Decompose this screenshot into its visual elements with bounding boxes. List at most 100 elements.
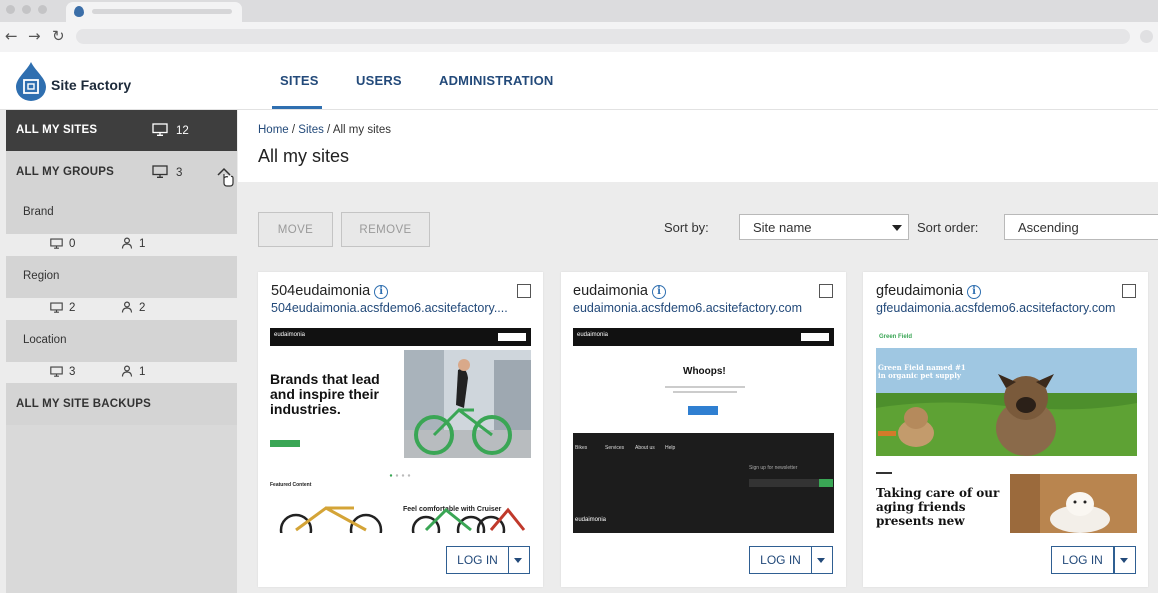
group-users-count: 1: [139, 366, 146, 378]
tab-administration[interactable]: ADMINISTRATION: [439, 73, 554, 88]
sort-order-label: Sort order:: [917, 220, 979, 235]
page-title: All my sites: [258, 146, 350, 166]
sidebar-item-site-backups[interactable]: ALL MY SITE BACKUPS: [6, 383, 237, 425]
thumb-navbar: [270, 328, 531, 346]
sort-order-value: Ascending: [1018, 220, 1079, 235]
site-name: 504eudaimonia i: [271, 283, 389, 299]
sidebar-group-brand[interactable]: Brand: [6, 193, 237, 234]
group-stats-location: 3 1: [6, 362, 237, 383]
app-name[interactable]: Site Factory: [51, 77, 131, 93]
info-icon[interactable]: i: [651, 285, 666, 299]
address-bar[interactable]: [76, 29, 1130, 44]
groups-count: 3: [176, 167, 183, 179]
site-url-link[interactable]: 504eudaimonia.acsfdemo6.acsitefactory...…: [271, 301, 508, 315]
info-icon[interactable]: i: [967, 285, 982, 299]
monitor-icon: [152, 123, 168, 136]
monitor-icon: [50, 238, 63, 249]
sites-count: 12: [176, 125, 189, 137]
thumb-text-line: [665, 386, 745, 388]
breadcrumb-sites[interactable]: Sites: [298, 124, 324, 136]
chevron-down-icon: [514, 558, 522, 563]
content-header: [238, 110, 1158, 182]
group-stats-region: 2 2: [6, 298, 237, 320]
thumb-bikes: [279, 506, 526, 533]
thumb-cta: [498, 333, 526, 341]
thumb-headline: Taking care of our aging friends presents …: [876, 486, 1000, 528]
thumb-brand: eudaimonia: [577, 332, 609, 338]
thumb-footer: Bikes Services About us Help Sign up for…: [573, 433, 834, 533]
chevron-down-icon: [892, 225, 902, 231]
thumb-button: [878, 431, 896, 436]
active-tab-indicator: [272, 106, 322, 109]
login-options-button[interactable]: [508, 546, 530, 574]
login-options-button[interactable]: [811, 546, 833, 574]
login-button[interactable]: LOG IN: [446, 546, 509, 574]
site-factory-logo-icon[interactable]: [14, 60, 48, 102]
monitor-icon: [152, 165, 168, 178]
back-icon[interactable]: ←: [5, 27, 18, 45]
sidebar-group-location[interactable]: Location: [6, 320, 237, 362]
breadcrumb-current: All my sites: [332, 124, 391, 136]
sidebar-item-all-sites[interactable]: ALL MY SITES 12: [6, 110, 237, 151]
app-header: [0, 52, 1158, 110]
thumb-photo-puppy: [1010, 474, 1137, 533]
tab-favicon-icon: [74, 6, 84, 17]
sidebar-item-label: ALL MY SITE BACKUPS: [16, 398, 151, 410]
move-button[interactable]: MOVE: [258, 212, 333, 247]
user-icon: [121, 365, 133, 377]
thumb-brand: eudaimonia: [274, 332, 306, 338]
sort-by-label: Sort by:: [664, 220, 709, 235]
site-url-link[interactable]: eudaimonia.acsfdemo6.acsitefactory.com: [573, 301, 802, 315]
window-controls[interactable]: [6, 5, 47, 14]
sidebar-group-region[interactable]: Region: [6, 256, 237, 298]
tab-sites[interactable]: SITES: [280, 73, 319, 88]
chevron-up-icon[interactable]: [216, 166, 236, 188]
group-label: Location: [23, 334, 67, 346]
site-select-checkbox[interactable]: [1122, 284, 1136, 298]
user-icon: [121, 237, 133, 249]
chevron-down-icon: [1120, 558, 1128, 563]
thumb-hero-text: Green Field named #1 in organic pet supp…: [878, 363, 966, 380]
sidebar-item-label: ALL MY SITES: [16, 124, 98, 136]
site-name: eudaimonia i: [573, 283, 666, 299]
thumb-cta: [801, 333, 829, 341]
group-users-count: 2: [139, 302, 146, 314]
login-button[interactable]: LOG IN: [1051, 546, 1114, 574]
site-thumbnail[interactable]: eudaimonia Whoops! Bikes Services About …: [573, 328, 834, 533]
thumb-section-title: Featured Content: [270, 482, 312, 488]
breadcrumb-home[interactable]: Home: [258, 124, 289, 136]
group-label: Brand: [23, 206, 54, 218]
site-url-link[interactable]: gfeudaimonia.acsfdemo6.acsitefactory.com: [876, 301, 1115, 315]
sort-by-value: Site name: [753, 220, 812, 235]
thumb-divider: [876, 472, 892, 474]
chevron-down-icon: [817, 558, 825, 563]
login-button[interactable]: LOG IN: [749, 546, 812, 574]
group-sites-count: 2: [69, 302, 76, 314]
group-stats-brand: 0 1: [6, 234, 237, 256]
reload-icon[interactable]: ↻: [52, 27, 65, 45]
profile-icon[interactable]: [1140, 30, 1153, 43]
sidebar-item-all-groups[interactable]: ALL MY GROUPS 3: [6, 151, 237, 193]
thumb-navbar: [876, 328, 1137, 348]
site-thumbnail[interactable]: Green Field Green Field named #1 in orga…: [876, 328, 1137, 533]
sort-order-select[interactable]: Ascending: [1004, 214, 1158, 240]
monitor-icon: [50, 366, 63, 377]
site-select-checkbox[interactable]: [819, 284, 833, 298]
breadcrumb: Home / Sites / All my sites: [258, 124, 391, 136]
thumb-text-line: [673, 391, 737, 393]
forward-icon[interactable]: →: [28, 27, 41, 45]
thumb-navbar: [573, 328, 834, 346]
group-label: Region: [23, 270, 60, 282]
sort-by-select[interactable]: Site name: [739, 214, 909, 240]
thumb-headline: Brands that lead and inspire their industr…: [270, 371, 380, 417]
info-icon[interactable]: i: [374, 285, 389, 299]
site-thumbnail[interactable]: eudaimonia Brands that lead and inspire t…: [270, 328, 531, 533]
login-options-button[interactable]: [1114, 546, 1136, 574]
group-sites-count: 3: [69, 366, 76, 378]
group-users-count: 1: [139, 238, 146, 250]
site-select-checkbox[interactable]: [517, 284, 531, 298]
remove-button[interactable]: REMOVE: [341, 212, 430, 247]
tab-users[interactable]: USERS: [356, 73, 402, 88]
group-sites-count: 0: [69, 238, 76, 250]
sidebar-item-label: ALL MY GROUPS: [16, 166, 115, 178]
